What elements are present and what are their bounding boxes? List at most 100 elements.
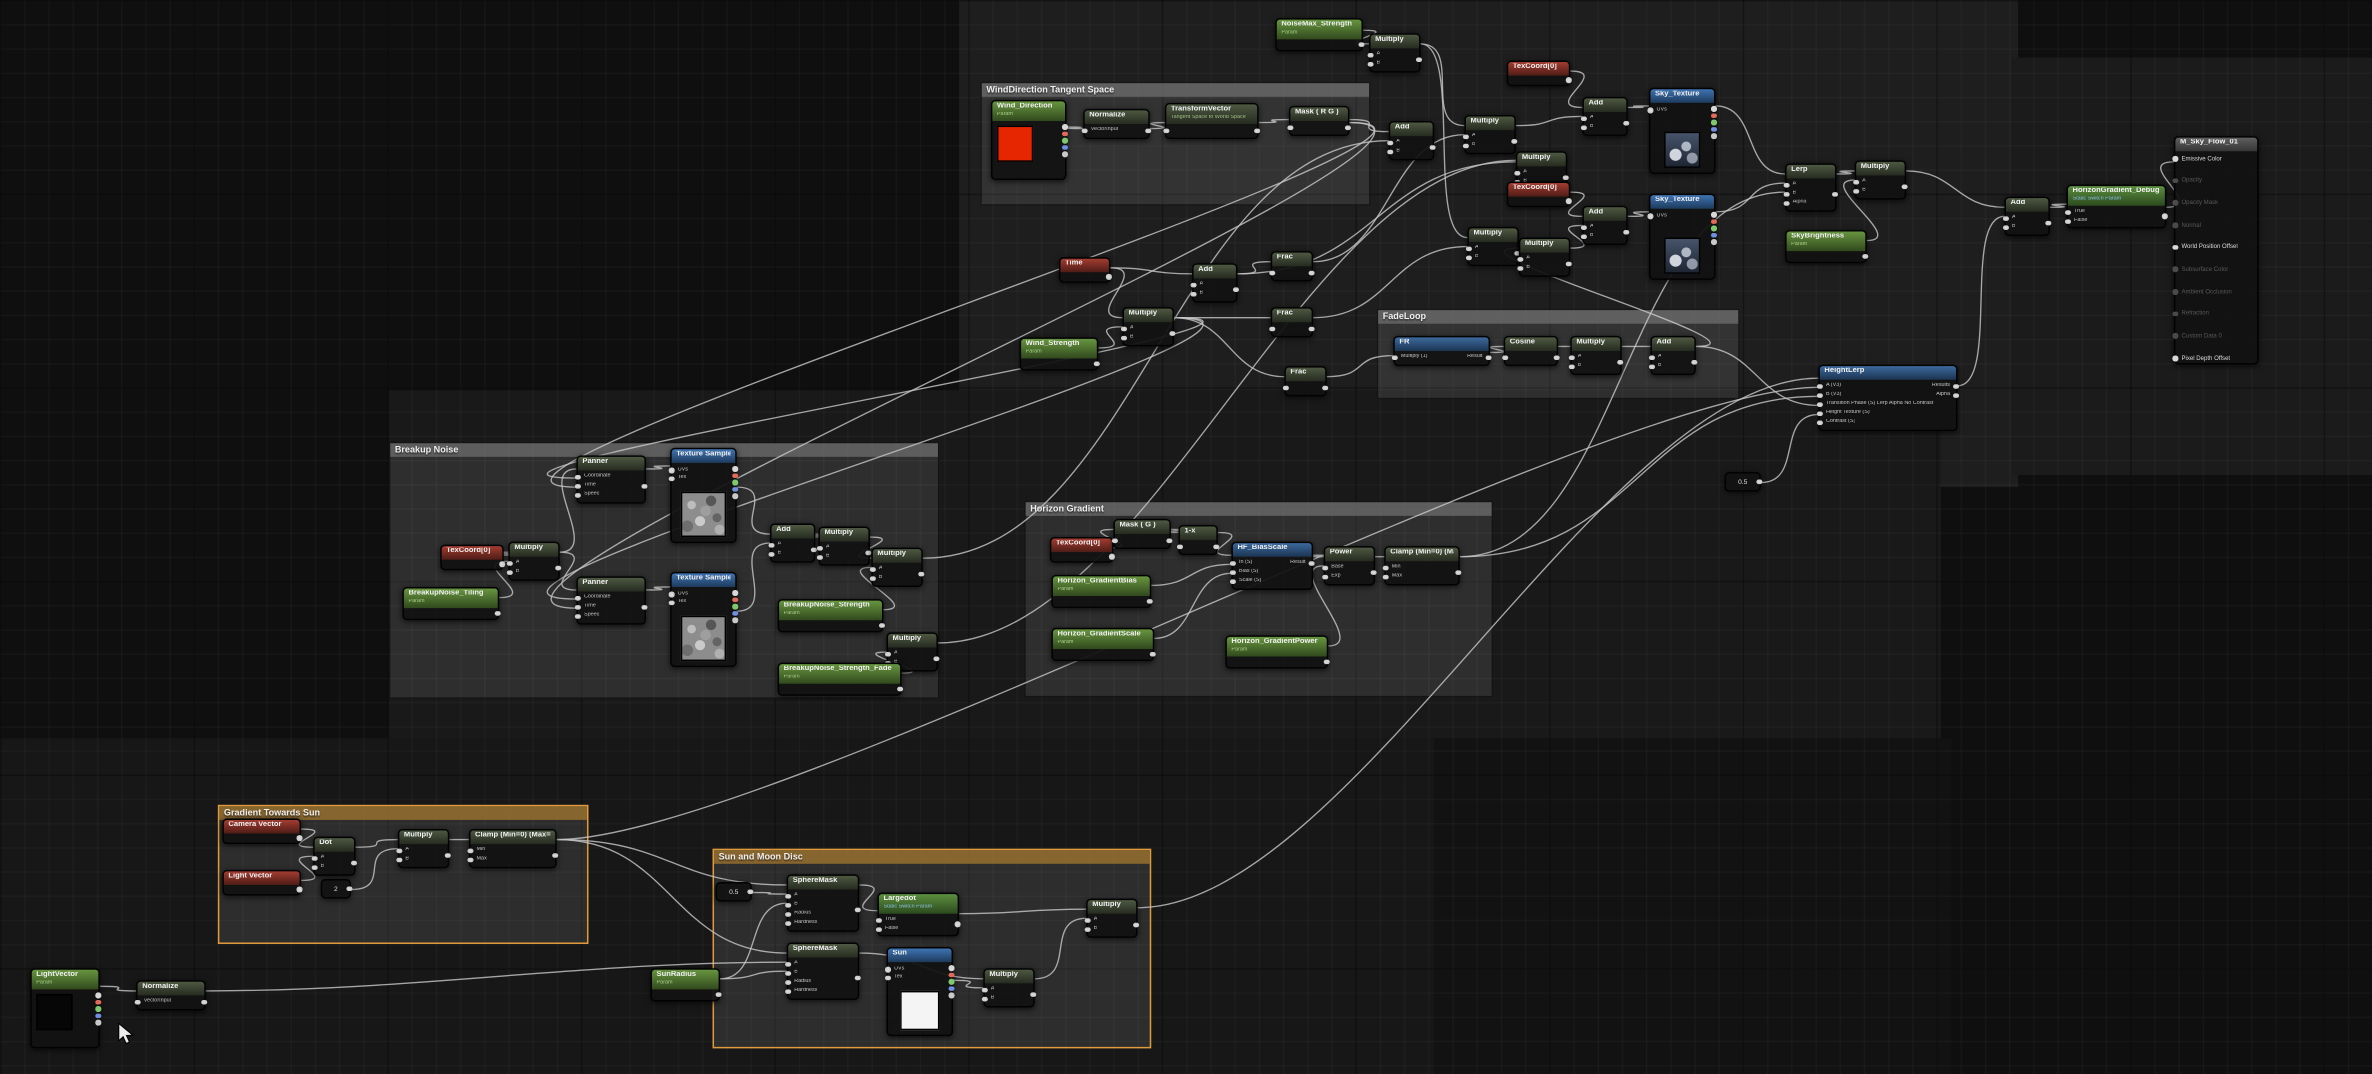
node-fr-function[interactable]: FRMultiply (1)Result [1393,336,1490,366]
node-panner-1[interactable]: PannerCoordinateTimeSpeed [576,455,646,503]
pin-UVs[interactable] [1647,107,1652,112]
pin-B[interactable] [1581,125,1586,130]
pin-A[interactable] [1517,256,1522,261]
pin-ambient-occlusion[interactable] [2172,289,2177,294]
pin-B[interactable] [1466,255,1471,260]
node-texcoord-horizon[interactable]: TexCoord[0] [1050,537,1114,563]
pin-B[interactable] [396,857,401,862]
node-horizon-gradientscale[interactable]: Horizon_GradientScaleParam [1051,628,1154,661]
pin-in[interactable] [1502,355,1507,360]
pin-B[interactable] [785,902,790,907]
node-texture-sample-1[interactable]: Texture SampleUVsTex [670,448,737,543]
node-multiply-time[interactable]: MultiplyAB [1122,307,1173,346]
pin-B[interactable] [1517,265,1522,270]
pin-B[interactable] [1569,364,1574,369]
pin-A[interactable] [733,494,738,499]
pin-A[interactable] [396,848,401,853]
node-sun-texture[interactable]: SunUVsTex [887,947,954,1036]
node-add-uv1[interactable]: AddAB [1582,97,1627,136]
pin-RGB[interactable] [96,992,101,997]
node-multiply-uv1a[interactable]: MultiplyAB [1464,115,1515,154]
pin-A[interactable] [817,545,822,550]
pin-UVs[interactable] [669,592,674,597]
pin-Time[interactable] [575,483,580,488]
pin-in[interactable] [1287,125,1292,130]
pin-Speed[interactable] [575,492,580,497]
node-mask-wind[interactable]: Mask ( R G ) [1289,106,1350,136]
pin-in[interactable] [1269,270,1274,275]
pin-G[interactable] [1712,120,1717,125]
node-frac-2[interactable]: Frac [1271,307,1313,337]
pin-A[interactable] [1581,225,1586,230]
node-multiply-noisemax[interactable]: MultiplyAB [1369,33,1420,72]
pin-G[interactable] [1712,226,1717,231]
node-sky-texture-2[interactable]: Sky_TextureUVs [1649,194,1716,280]
pin-A[interactable] [1649,355,1654,360]
pin-A[interactable] [96,1020,101,1025]
node-multiply-tiling[interactable]: MultiplyAB [508,542,559,581]
pin-Radius[interactable] [785,911,790,916]
pin-UVs[interactable] [1647,213,1652,218]
node-sky-texture-1[interactable]: Sky_TextureUVs [1649,88,1716,174]
pin-B[interactable] [1387,149,1392,154]
pin-A[interactable] [1569,355,1574,360]
pin-R[interactable] [1712,113,1717,118]
pin-R[interactable] [96,999,101,1004]
pin-UVs[interactable] [669,467,674,472]
node-add-uv2[interactable]: AddAB [1582,206,1627,245]
pin-B[interactable] [1463,143,1468,148]
pin-Coordinate[interactable] [575,595,580,600]
node-normalize-wind[interactable]: NormalizeVectorInput [1083,109,1150,139]
pin-Alpha[interactable] [1954,393,1959,398]
pin-A[interactable] [1581,116,1586,121]
node-lerp-sky[interactable]: LerpABAlpha [1785,163,1836,211]
pin-in[interactable] [1283,385,1288,390]
node-multiply-fade[interactable]: MultiplyAB [1570,336,1621,375]
pin-A[interactable] [769,542,774,547]
pin-output[interactable] [297,887,302,892]
pin-Base[interactable] [1322,565,1327,570]
pin-A[interactable] [1784,182,1789,187]
pin-A[interactable] [1191,282,1196,287]
node-lightvector-param[interactable]: LightVectorParam [30,968,100,1048]
pin-True[interactable] [876,918,881,923]
pin-Max[interactable] [1383,574,1388,579]
pin-A[interactable] [1853,179,1858,184]
pin-A[interactable] [1712,134,1717,139]
node-multiply-uv2b[interactable]: MultiplyAB [1519,238,1570,277]
node-hf-biasscale[interactable]: HF_BiasScaleIn (S)Bias (S)Scale (S)Resul… [1231,542,1313,590]
node-texture-sample-2[interactable]: Texture SampleUVsTex [670,572,737,667]
node-multiply-brightness[interactable]: MultiplyAB [1855,160,1906,199]
graph-canvas[interactable]: WindDirection Tangent SpaceFadeLoopBreak… [0,0,2372,1074]
pin-Min[interactable] [1383,565,1388,570]
pin-Tex[interactable] [885,975,890,980]
pin-A[interactable] [312,855,317,860]
node-sunradius[interactable]: SunRadiusParam [651,968,721,1001]
pin-R[interactable] [733,473,738,478]
pin-output[interactable] [955,922,960,927]
pin-Hardness[interactable] [785,989,790,994]
pin-B[interactable] [1368,61,1373,66]
pin-B (V3)[interactable] [1817,393,1822,398]
pin-UVs[interactable] [885,967,890,972]
node-m-sky-flow-01[interactable]: M_Sky_Flow_01Emissive ColorOpacityOpacit… [2174,136,2259,364]
node-constant-05-sun[interactable]: 0.5 [716,882,752,902]
pin-In (S)[interactable] [1230,560,1235,565]
node-noisemax-strength[interactable]: NoiseMax_StrengthParam [1275,18,1363,51]
pin-VectorInput[interactable] [1082,128,1087,133]
node-dot-product[interactable]: DotAB [313,837,355,876]
node-one-minus[interactable]: 1-x [1178,525,1217,555]
pin-emissive-color[interactable] [2172,156,2177,161]
pin-RGB[interactable] [733,466,738,471]
node-camera-vector[interactable]: Camera Vector [222,818,301,844]
pin-in[interactable] [1163,128,1168,133]
pin-custom-data-0[interactable] [2172,333,2177,338]
pin-B[interactable] [2003,225,2008,230]
pin-Results[interactable] [1954,383,1959,388]
pin-Result[interactable] [1486,355,1491,360]
pin-A[interactable] [1085,918,1090,923]
pin-B[interactable] [1581,234,1586,239]
node-horizon-gradientpower[interactable]: Horizon_GradientPowerParam [1225,635,1328,668]
pin-RGB[interactable] [1712,212,1717,217]
node-panner-2[interactable]: PannerCoordinateTimeSpeed [576,576,646,624]
